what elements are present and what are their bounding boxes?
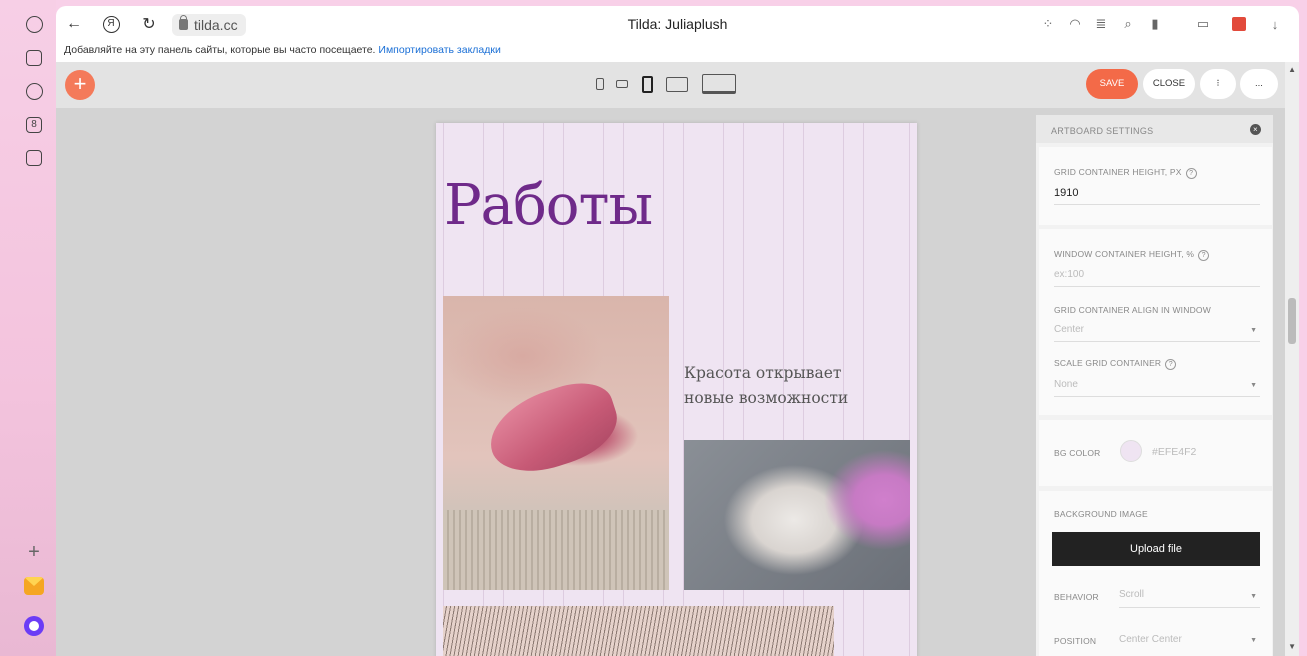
downloads-icon[interactable]: ↓ (1268, 17, 1282, 32)
bg-color-input[interactable]: #EFE4F2 (1152, 446, 1196, 458)
position-select[interactable]: Center Center (1119, 634, 1182, 645)
device-phone-landscape-icon[interactable] (616, 80, 628, 88)
device-tablet-icon[interactable] (642, 76, 653, 93)
screenshot-icon[interactable] (24, 148, 44, 168)
chat-icon[interactable]: ▭ (1196, 16, 1210, 31)
alice-icon[interactable] (24, 616, 44, 636)
artboard-heading[interactable]: Работы (444, 173, 653, 238)
lips-shape (479, 372, 627, 485)
window-height-label: WINDOW CONTAINER HEIGHT, %? (1054, 249, 1210, 261)
page-scrollbar[interactable]: ▲ ▼ (1285, 62, 1299, 656)
scroll-up-icon[interactable]: ▲ (1288, 65, 1296, 74)
bookmarks-hint: Добавляйте на эту панель сайты, которые … (64, 44, 376, 56)
artboard-settings-panel: ARTBOARD SETTINGS × GRID CONTAINER HEIGH… (1036, 115, 1273, 656)
help-icon[interactable]: ? (1185, 168, 1197, 179)
divider (1054, 341, 1260, 342)
align-label: GRID CONTAINER ALIGN IN WINDOW (1054, 305, 1211, 315)
divider (1054, 396, 1260, 397)
add-element-button[interactable]: + (65, 70, 95, 100)
upload-file-button[interactable]: Upload file (1052, 532, 1260, 566)
collections-icon[interactable] (24, 48, 44, 68)
grid-height-label: GRID CONTAINER HEIGHT, PX? (1054, 167, 1197, 179)
panel-title: ARTBOARD SETTINGS (1051, 126, 1154, 136)
chevron-down-icon: ▼ (1250, 327, 1257, 334)
behavior-label: BEHAVIOR (1054, 592, 1099, 602)
face-mask-photo[interactable] (684, 440, 910, 590)
bg-image-label: BACKGROUND IMAGE (1054, 509, 1148, 519)
divider (1119, 607, 1260, 608)
extensions-icon[interactable]: ⁘ (1041, 16, 1055, 31)
mail-icon[interactable] (24, 576, 44, 596)
device-tablet-landscape-icon[interactable] (666, 77, 688, 92)
page-title: Tilda: Juliaplush (627, 16, 728, 32)
options-button[interactable]: ⁝ (1200, 69, 1236, 99)
history-icon[interactable] (24, 14, 44, 34)
bg-color-swatch[interactable] (1120, 440, 1142, 462)
scroll-thumb[interactable] (1288, 298, 1296, 344)
grid-height-input[interactable]: 1910 (1054, 187, 1078, 199)
close-button[interactable]: CLOSE (1143, 69, 1195, 99)
add-panel-icon[interactable]: + (24, 541, 44, 563)
scale-select[interactable]: None (1054, 379, 1078, 390)
grid-height-card: GRID CONTAINER HEIGHT, PX? 1910 (1039, 147, 1272, 225)
brow-photo[interactable] (443, 606, 834, 656)
chevron-down-icon: ▼ (1250, 637, 1257, 644)
chevron-down-icon: ▼ (1250, 382, 1257, 389)
window-container-card: WINDOW CONTAINER HEIGHT, %? ex:100 GRID … (1039, 229, 1272, 415)
align-select[interactable]: Center (1054, 324, 1084, 335)
calendar-icon[interactable] (1232, 17, 1246, 31)
sweater-collar (443, 510, 669, 590)
editor-toolbar: + SAVE CLOSE ⁝ ... (56, 62, 1299, 108)
import-bookmarks-link[interactable]: Импортировать закладки (378, 44, 500, 56)
device-desktop-icon[interactable] (702, 74, 736, 94)
browser-sidebar: 8 + (0, 0, 56, 656)
bg-image-card: BACKGROUND IMAGE Upload file BEHAVIOR Sc… (1039, 491, 1272, 656)
behavior-select[interactable]: Scroll (1119, 589, 1144, 600)
lips-photo[interactable] (443, 296, 669, 590)
help-icon[interactable]: ? (1198, 250, 1210, 261)
artboard[interactable]: Работы Красота открывает новые возможнос… (436, 123, 917, 656)
more-button[interactable]: ... (1240, 69, 1278, 99)
reader-icon[interactable]: ≣ (1094, 16, 1108, 31)
bookmarks-bar: Добавляйте на эту панель сайты, которые … (64, 44, 501, 56)
browser-topbar: ← Я ↻ tilda.cc Tilda: Juliaplush ⁘ ◠ ≣ ⌕… (56, 6, 1299, 42)
divider (1054, 204, 1260, 205)
save-button[interactable]: SAVE (1086, 69, 1138, 99)
tile-8-icon[interactable]: 8 (24, 115, 44, 135)
bg-color-label: BG COLOR (1054, 448, 1101, 458)
window-height-input[interactable]: ex:100 (1054, 269, 1084, 280)
position-label: POSITION (1054, 636, 1097, 646)
tilda-editor: + SAVE CLOSE ⁝ ... Работы Красота открыв… (56, 62, 1299, 656)
bg-color-card: BG COLOR #EFE4F2 (1039, 420, 1272, 486)
artboard-subtext[interactable]: Красота открывает новые возможности (684, 361, 884, 411)
scroll-down-icon[interactable]: ▼ (1288, 642, 1296, 651)
help-icon[interactable]: ? (1165, 359, 1177, 370)
device-phone-small-icon[interactable] (596, 78, 604, 90)
divider (1054, 286, 1260, 287)
headphones-icon[interactable]: ◠ (1068, 16, 1082, 31)
close-panel-icon[interactable]: × (1250, 124, 1261, 135)
chevron-down-icon: ▼ (1250, 593, 1257, 600)
panel-header: ARTBOARD SETTINGS × (1036, 115, 1273, 143)
search-icon[interactable]: ⌕ (1121, 16, 1135, 31)
bookmark-icon[interactable]: ▮ (1148, 16, 1162, 31)
video-icon[interactable] (24, 81, 44, 101)
scale-label: SCALE GRID CONTAINER? (1054, 358, 1177, 370)
browser-window: ← Я ↻ tilda.cc Tilda: Juliaplush ⁘ ◠ ≣ ⌕… (56, 6, 1299, 656)
